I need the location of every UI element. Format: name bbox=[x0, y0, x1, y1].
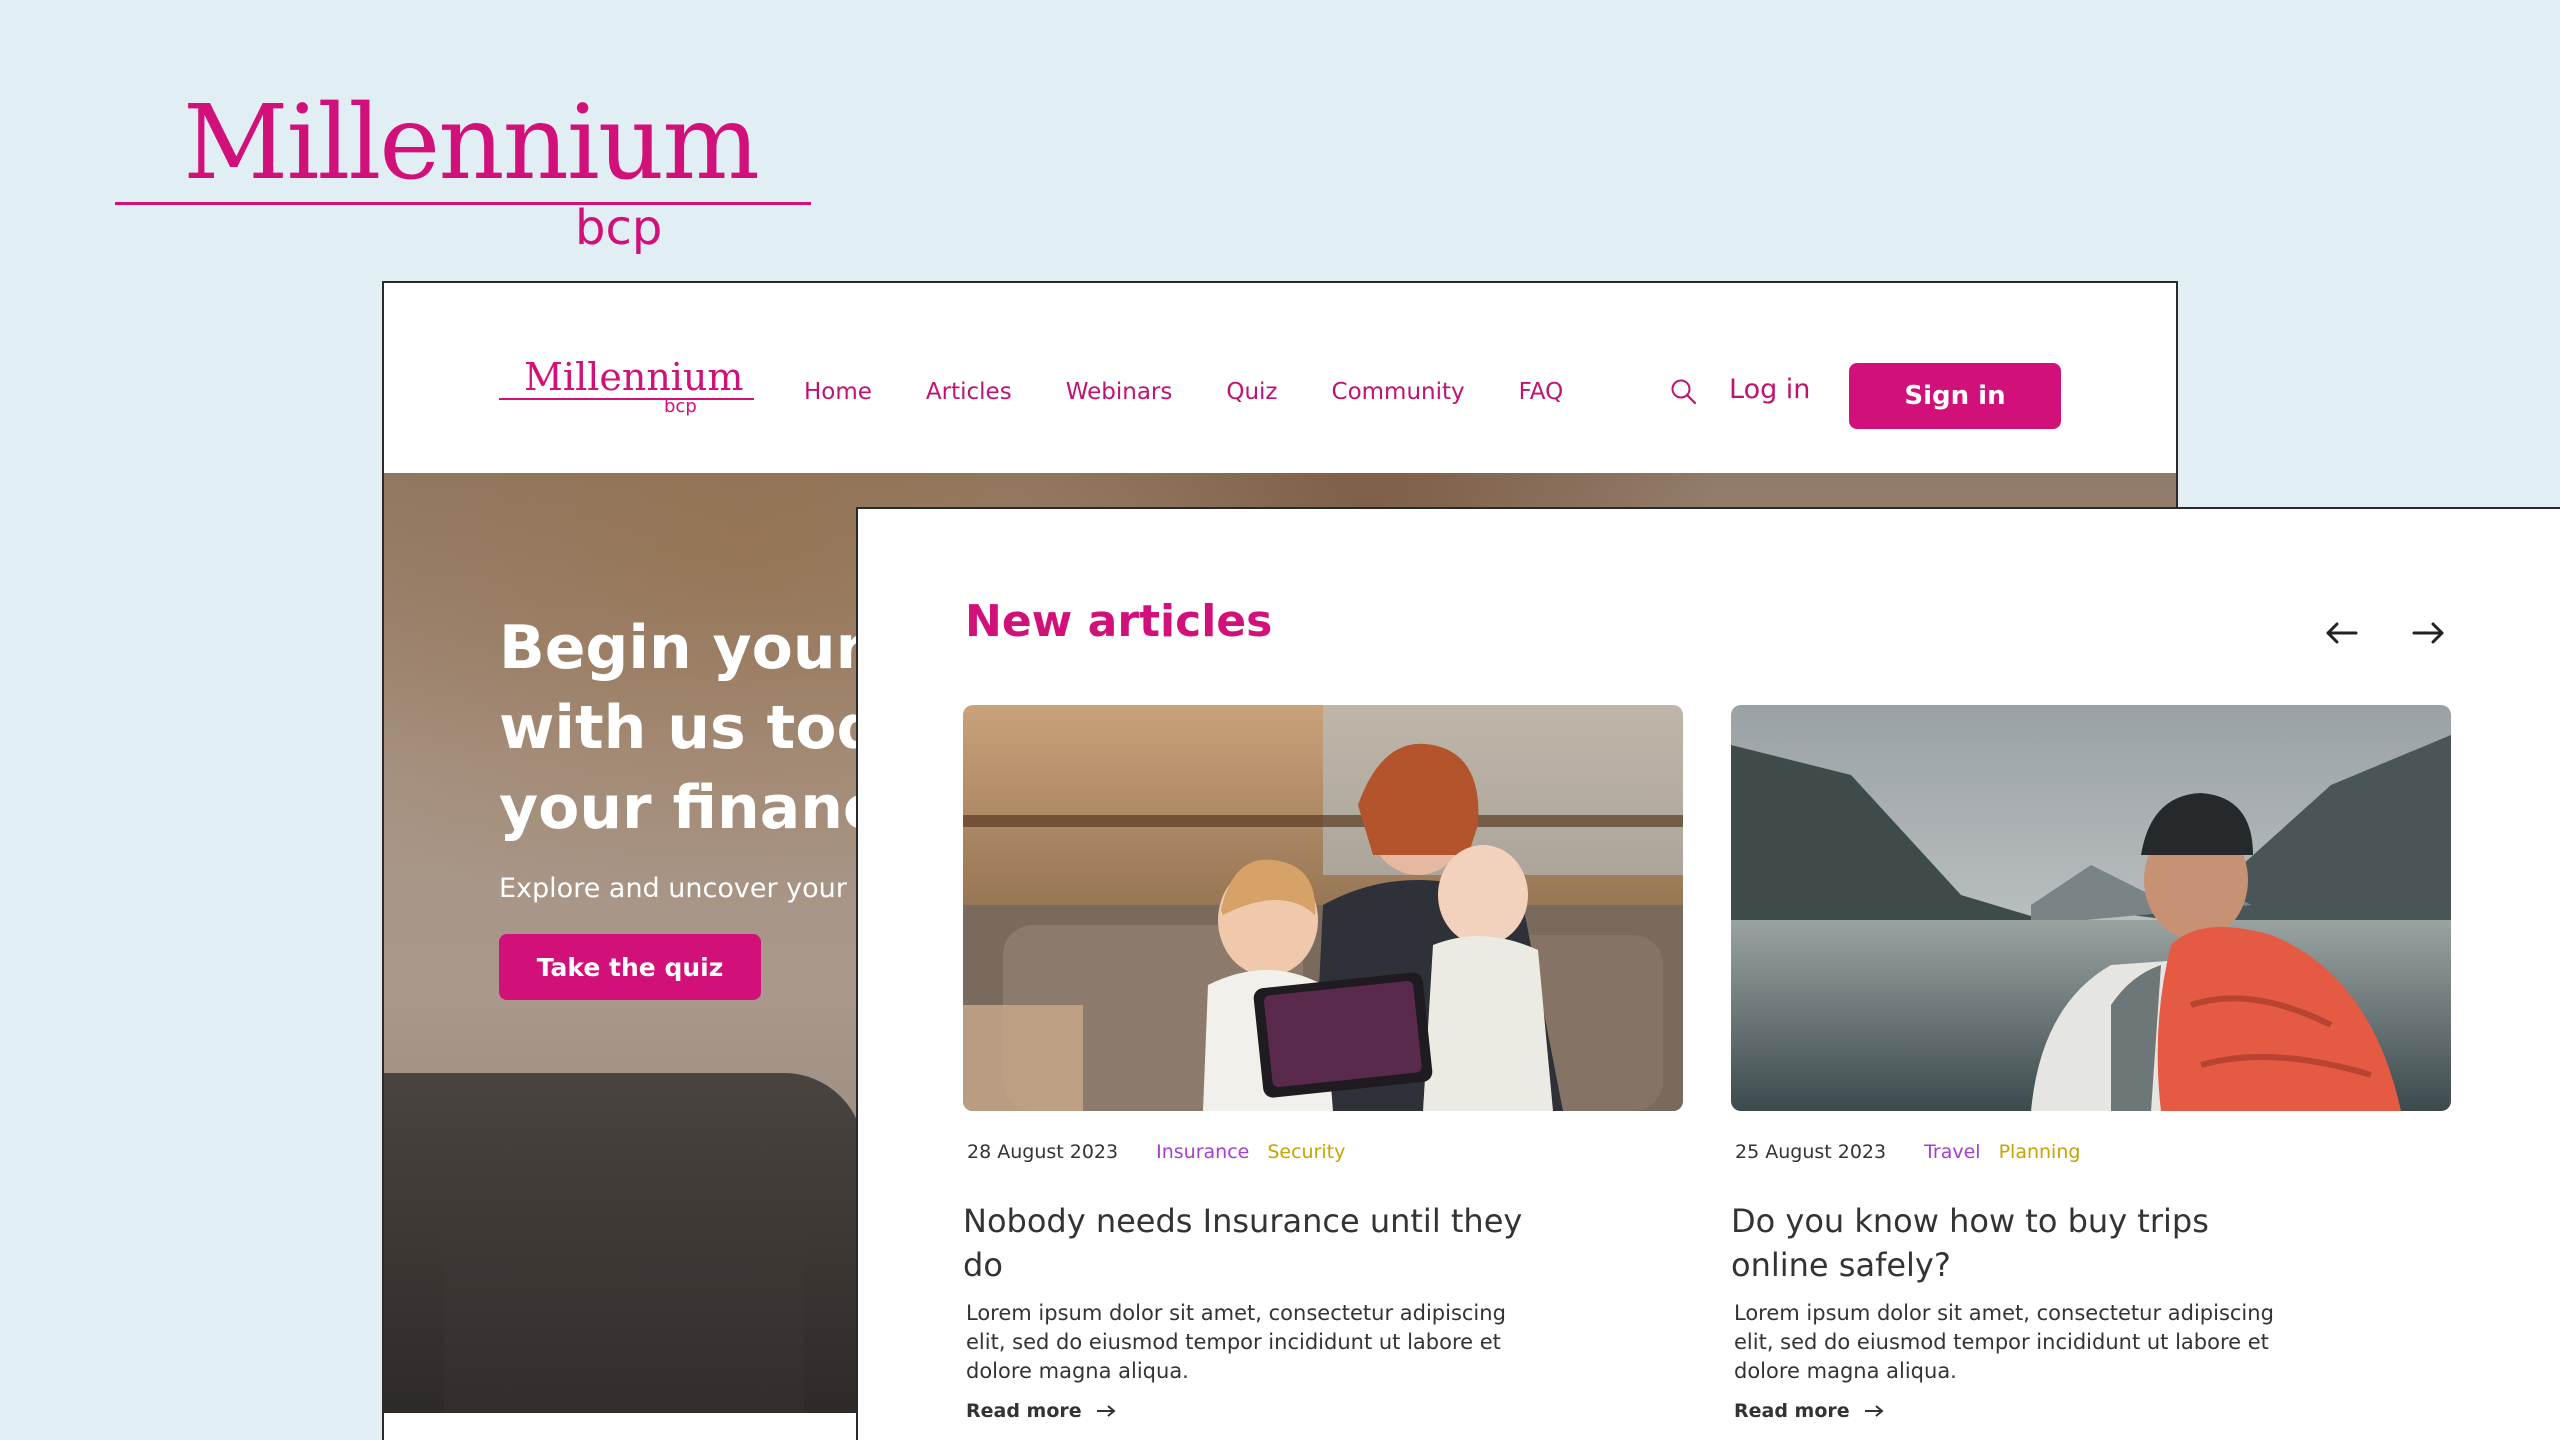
brand-logo-sub: bcp bbox=[575, 200, 663, 256]
articles-heading: New articles bbox=[965, 596, 1273, 647]
article-card[interactable]: 28 August 2023 Insurance Security Nobody… bbox=[963, 705, 1683, 1422]
take-quiz-button[interactable]: Take the quiz bbox=[499, 934, 761, 1000]
article-excerpt: Lorem ipsum dolor sit amet, consectetur … bbox=[1734, 1301, 2274, 1383]
article-title[interactable]: Do you know how to buy trips online safe… bbox=[1731, 1199, 2291, 1287]
brand-logo-rule bbox=[115, 202, 811, 205]
nav-link-home[interactable]: Home bbox=[804, 379, 872, 405]
read-more-link[interactable]: Read more bbox=[1731, 1400, 2451, 1422]
arrow-right-icon[interactable] bbox=[2406, 611, 2450, 655]
login-link[interactable]: Log in bbox=[1729, 374, 1810, 405]
nav-logo-rule bbox=[499, 398, 754, 400]
hero-subtitle: Explore and uncover your ir bbox=[499, 873, 875, 904]
nav-logo-wordmark: Millennium bbox=[524, 355, 744, 399]
brand-logo-wordmark: Millennium bbox=[183, 83, 760, 203]
search-icon[interactable] bbox=[1669, 377, 1699, 407]
tag-insurance[interactable]: Insurance bbox=[1156, 1141, 1249, 1163]
sign-in-button[interactable]: Sign in bbox=[1849, 363, 2061, 429]
nav-link-community[interactable]: Community bbox=[1332, 379, 1465, 405]
nav-link-faq[interactable]: FAQ bbox=[1519, 379, 1564, 405]
article-image-family[interactable] bbox=[963, 705, 1683, 1111]
arrow-right-icon bbox=[1864, 1405, 1884, 1417]
read-more-label: Read more bbox=[1734, 1400, 1850, 1422]
nav-link-quiz[interactable]: Quiz bbox=[1226, 379, 1277, 405]
article-meta: 28 August 2023 Insurance Security bbox=[963, 1141, 1683, 1163]
article-title[interactable]: Nobody needs Insurance until they do bbox=[963, 1199, 1523, 1287]
article-date: 25 August 2023 bbox=[1735, 1141, 1887, 1163]
article-meta: 25 August 2023 Travel Planning bbox=[1731, 1141, 2451, 1163]
tag-security[interactable]: Security bbox=[1267, 1141, 1345, 1163]
tag-planning[interactable]: Planning bbox=[1999, 1141, 2081, 1163]
hero-sofa-cushion bbox=[444, 1193, 804, 1413]
arrow-left-icon[interactable] bbox=[2320, 611, 2364, 655]
brand-logo: Millennium bcp bbox=[115, 92, 811, 262]
article-excerpt: Lorem ipsum dolor sit amet, consectetur … bbox=[966, 1301, 1506, 1383]
nav-logo-sub: bcp bbox=[664, 396, 697, 417]
arrow-right-icon bbox=[1096, 1405, 1116, 1417]
article-image-hiker[interactable] bbox=[1731, 705, 2451, 1111]
nav-link-articles[interactable]: Articles bbox=[926, 379, 1012, 405]
nav-links: Home Articles Webinars Quiz Community FA… bbox=[804, 379, 1563, 405]
articles-window: New articles 28 August 2023 Insurance Se… bbox=[856, 507, 2560, 1440]
nav-logo[interactable]: Millennium bcp bbox=[499, 358, 754, 418]
article-date: 28 August 2023 bbox=[967, 1141, 1119, 1163]
nav-link-webinars[interactable]: Webinars bbox=[1066, 379, 1173, 405]
top-navigation: Millennium bcp Home Articles Webinars Qu… bbox=[384, 283, 2176, 473]
article-card[interactable]: 25 August 2023 Travel Planning Do you kn… bbox=[1731, 705, 2451, 1422]
read-more-link[interactable]: Read more bbox=[963, 1400, 1683, 1422]
read-more-label: Read more bbox=[966, 1400, 1082, 1422]
tag-travel[interactable]: Travel bbox=[1924, 1141, 1980, 1163]
